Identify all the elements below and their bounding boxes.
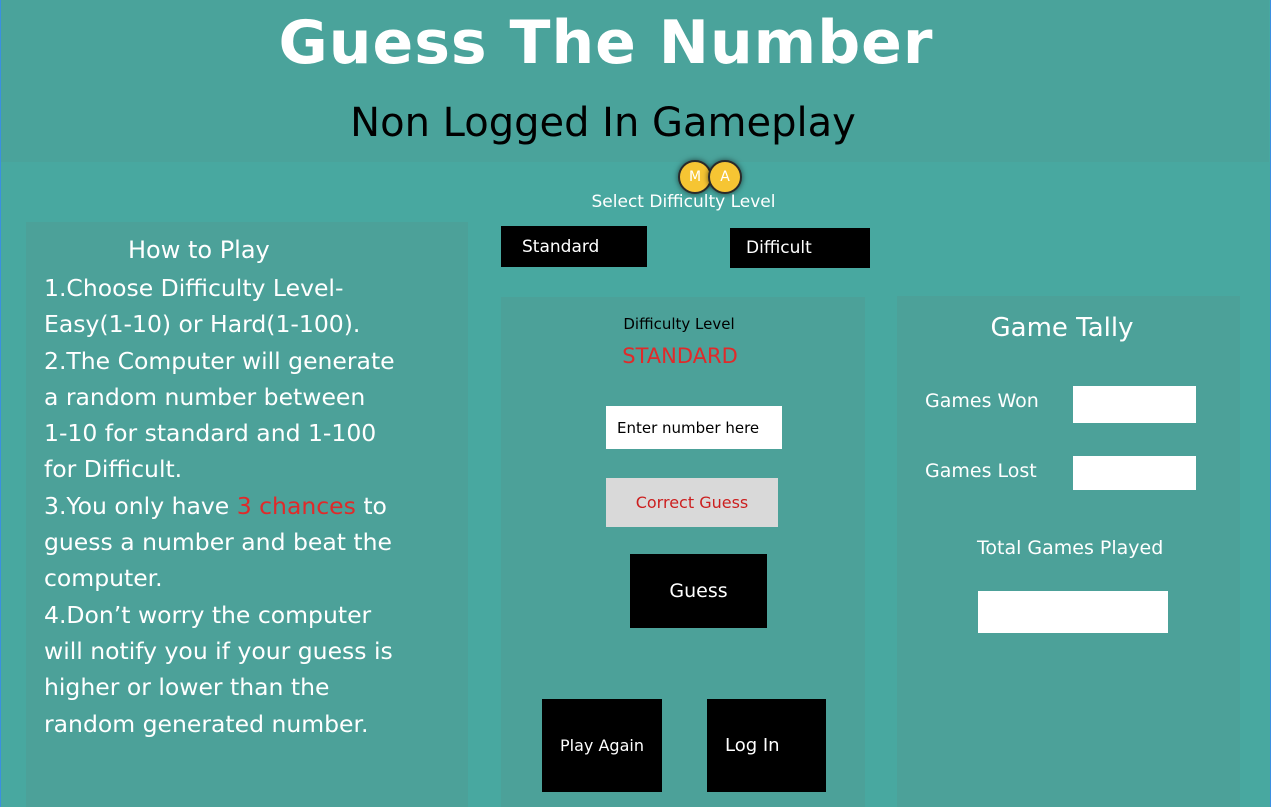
difficulty-level-label: Difficulty Level: [623, 315, 735, 333]
log-in-button[interactable]: Log In: [707, 699, 826, 792]
games-lost-value: [1073, 456, 1196, 490]
instruction-line: Easy(1-10) or Hard(1-100).: [44, 310, 361, 339]
avatar[interactable]: M: [678, 160, 712, 194]
instruction-line: a random number between: [44, 382, 366, 411]
game-title: Guess The Number: [278, 8, 934, 78]
instruction-line: for Difficult.: [44, 455, 183, 484]
total-games-played-label: Total Games Played: [977, 537, 1164, 559]
instruction-text: to: [355, 491, 387, 520]
how-to-play-instructions: 1.Choose Difficulty Level- Easy(1-10) or…: [44, 270, 456, 742]
guess-feedback: Correct Guess: [606, 478, 778, 527]
chances-highlight: 3 chances: [236, 491, 356, 520]
games-lost-label: Games Lost: [925, 460, 1037, 482]
instruction-line: will notify you if your guess is: [44, 636, 393, 665]
instruction-line: higher or lower than the: [44, 673, 330, 702]
select-difficulty-label: Select Difficulty Level: [591, 192, 776, 212]
how-to-play-title: How to Play: [128, 236, 270, 264]
instruction-line: 1-10 for standard and 1-100: [44, 419, 377, 448]
game-subtitle: Non Logged In Gameplay: [350, 100, 856, 146]
avatar[interactable]: A: [708, 160, 742, 194]
difficult-button[interactable]: Difficult: [730, 228, 870, 268]
instruction-text: 3.You only have: [44, 491, 237, 520]
play-again-button[interactable]: Play Again: [542, 699, 662, 792]
instruction-line: 4.Don’t worry the computer: [44, 600, 372, 629]
standard-button[interactable]: Standard: [501, 226, 647, 267]
game-tally-title: Game Tally: [990, 313, 1134, 343]
instruction-line: computer.: [44, 564, 163, 593]
instruction-line: 3.You only have 3 chances to: [44, 488, 456, 524]
instruction-line: random generated number.: [44, 709, 369, 738]
instruction-line: 2.The Computer will generate: [44, 346, 395, 375]
games-won-label: Games Won: [925, 390, 1039, 412]
instruction-line: 1.Choose Difficulty Level-: [44, 274, 344, 302]
difficulty-level-value: STANDARD: [622, 344, 738, 368]
guess-button[interactable]: Guess: [630, 554, 767, 628]
games-won-value: [1073, 386, 1196, 423]
total-games-played-value: [978, 591, 1168, 633]
instruction-line: guess a number and beat the: [44, 528, 392, 557]
guess-number-input[interactable]: [606, 406, 782, 449]
